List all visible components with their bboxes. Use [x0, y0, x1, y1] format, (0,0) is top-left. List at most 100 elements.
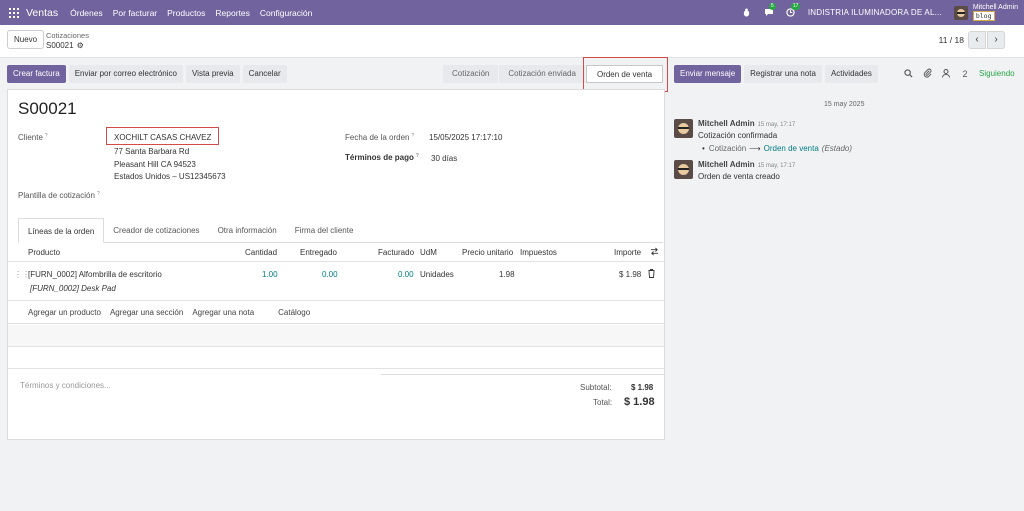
- message-author[interactable]: Mitchell Admin: [698, 119, 755, 128]
- line-uom[interactable]: Unidades: [420, 270, 454, 279]
- help-icon: ?: [96, 191, 100, 197]
- pager-previous-button[interactable]: ‹: [968, 31, 986, 49]
- order-date-label: Fecha de la orden?: [345, 133, 415, 142]
- menu-item-productos[interactable]: Productos: [167, 8, 205, 18]
- total-value: $ 1.98: [624, 396, 655, 408]
- stage-cotizacion[interactable]: Cotización: [443, 65, 499, 83]
- message-author-avatar[interactable]: [674, 160, 693, 179]
- chatter-tools: 2: [904, 66, 988, 82]
- payment-terms-label: Términos de pago?: [345, 153, 419, 162]
- search-icon[interactable]: [904, 68, 913, 80]
- paperclip-icon[interactable]: [923, 68, 932, 80]
- form-action-buttons: Crear factura Enviar por correo electrón…: [7, 65, 290, 83]
- trash-icon[interactable]: [648, 269, 655, 280]
- message-text: Orden de venta creado: [698, 172, 780, 181]
- column-header-unit-price[interactable]: Precio unitario: [462, 248, 513, 257]
- column-header-taxes[interactable]: Impuestos: [520, 248, 557, 257]
- tab-quotation-builder[interactable]: Creador de cotizaciones: [104, 218, 208, 243]
- bug-icon[interactable]: [742, 8, 752, 18]
- stage-cotizacion-enviada[interactable]: Cotización enviada: [499, 65, 585, 83]
- cancel-button[interactable]: Cancelar: [242, 65, 287, 83]
- customer-label: Cliente?: [18, 133, 48, 142]
- empty-row: [8, 347, 664, 368]
- company-switcher[interactable]: INDISTRIA ILUMINADORA DE AL...: [808, 8, 942, 17]
- customer-field[interactable]: XOCHILT CASAS CHAVEZ: [114, 133, 211, 142]
- pager-next-button[interactable]: ›: [987, 31, 1005, 49]
- column-header-product[interactable]: Producto: [28, 248, 60, 257]
- menu-item-por-facturar[interactable]: Por facturar: [113, 8, 157, 18]
- total-label: Total:: [593, 398, 613, 407]
- line-invoiced[interactable]: 0.00: [398, 270, 414, 279]
- menu-item-ordenes[interactable]: Órdenes: [70, 8, 103, 18]
- preview-button[interactable]: Vista previa: [185, 65, 240, 83]
- line-description[interactable]: [FURN_0002] Desk Pad: [30, 284, 116, 293]
- menu-item-configuracion[interactable]: Configuración: [260, 8, 312, 18]
- chatter-message: Mitchell Admin 15 may, 17:17 Cotización c…: [674, 119, 852, 153]
- column-header-invoiced[interactable]: Facturado: [378, 248, 414, 257]
- line-product[interactable]: [FURN_0002] Alfombrilla de escritorio: [28, 270, 162, 279]
- user-menu[interactable]: Mitchell Admin blog: [972, 4, 1018, 21]
- line-separator: [8, 368, 664, 369]
- catalog-link[interactable]: Catálogo: [278, 308, 310, 317]
- column-header-delivered[interactable]: Entregado: [300, 248, 337, 257]
- chat-icon[interactable]: 5: [764, 2, 776, 18]
- totals-separator: [381, 374, 664, 375]
- customer-address-line3: Estados Unidos – US12345673: [114, 172, 226, 181]
- chevron-left-icon: ‹: [975, 34, 979, 45]
- navbar-systray: 5 17 INDISTRIA ILUMINADORA DE AL... Mitc…: [742, 0, 1024, 25]
- message-author-avatar[interactable]: [674, 119, 693, 138]
- column-settings-icon[interactable]: [650, 247, 659, 258]
- header-separator: [8, 261, 664, 262]
- customer-address-line2: Pleasant Hill CA 94523: [114, 160, 196, 169]
- user-name: Mitchell Admin: [972, 4, 1018, 11]
- subtotal-value: $ 1.98: [631, 383, 654, 392]
- message-tracking-value: • Cotización ⟶ Orden de venta (Estado): [702, 144, 852, 153]
- log-note-button[interactable]: Registrar una nota: [744, 65, 822, 83]
- chatter-date-separator: 15 may 2025: [824, 101, 865, 108]
- send-message-button[interactable]: Enviar mensaje: [674, 65, 742, 83]
- column-header-quantity[interactable]: Cantidad: [245, 248, 277, 257]
- main-menu: Órdenes Por facturar Productos Reportes …: [70, 8, 322, 18]
- empty-row: [8, 325, 664, 346]
- message-author[interactable]: Mitchell Admin: [698, 160, 755, 169]
- menu-item-reportes[interactable]: Reportes: [215, 8, 250, 18]
- quotation-template-label: Plantilla de cotización?: [18, 191, 100, 200]
- tracking-new-value: Orden de venta: [763, 144, 819, 153]
- tracking-old-value: Cotización: [708, 144, 747, 153]
- terms-conditions-field[interactable]: Términos y condiciones...: [20, 381, 111, 390]
- followers-button[interactable]: 2: [942, 68, 978, 80]
- clock-icon[interactable]: 17: [786, 2, 801, 18]
- tab-customer-signature[interactable]: Firma del cliente: [286, 218, 363, 243]
- create-invoice-button[interactable]: Crear factura: [7, 65, 66, 83]
- activities-badge: 17: [790, 2, 801, 10]
- breadcrumb-parent[interactable]: Cotizaciones: [46, 31, 89, 40]
- tab-order-lines[interactable]: Líneas de la orden: [18, 218, 105, 243]
- activities-button[interactable]: Actividades: [824, 65, 878, 83]
- line-quantity[interactable]: 1.00: [262, 270, 278, 279]
- user-avatar[interactable]: [953, 5, 968, 20]
- message-time: 15 may, 17:17: [757, 122, 796, 128]
- add-note-link[interactable]: Agregar una nota: [192, 308, 254, 317]
- apps-menu-icon[interactable]: [9, 7, 19, 18]
- following-button[interactable]: Siguiendo: [979, 69, 1015, 78]
- new-button[interactable]: Nuevo: [7, 30, 45, 49]
- column-header-amount[interactable]: Importe: [614, 248, 641, 257]
- line-delivered[interactable]: 0.00: [322, 270, 338, 279]
- line-unit-price[interactable]: 1.98: [499, 270, 515, 279]
- tracking-field-name: (Estado): [821, 144, 853, 153]
- form-sheet: S00021 Cliente? XOCHILT CASAS CHAVEZ 77 …: [7, 89, 665, 440]
- pager-value[interactable]: 11 / 18: [939, 35, 964, 45]
- followers-count: 2: [962, 68, 968, 79]
- message-author-line: Mitchell Admin 15 may, 17:17: [698, 160, 795, 169]
- send-email-button[interactable]: Enviar por correo electrónico: [68, 65, 183, 83]
- column-header-uom[interactable]: UdM: [420, 248, 437, 257]
- add-line-links: Agregar un producto Agregar una sección …: [28, 308, 319, 317]
- gear-icon[interactable]: ⚙: [77, 41, 84, 50]
- arrow-right-icon: ⟶: [749, 144, 761, 153]
- order-date-field[interactable]: 15/05/2025 17:17:10: [429, 133, 502, 142]
- app-name[interactable]: Ventas: [26, 7, 58, 19]
- payment-terms-field[interactable]: 30 días: [431, 154, 457, 163]
- add-section-link[interactable]: Agregar una sección: [110, 308, 183, 317]
- add-product-link[interactable]: Agregar un producto: [28, 308, 101, 317]
- tab-other-info[interactable]: Otra información: [209, 218, 286, 243]
